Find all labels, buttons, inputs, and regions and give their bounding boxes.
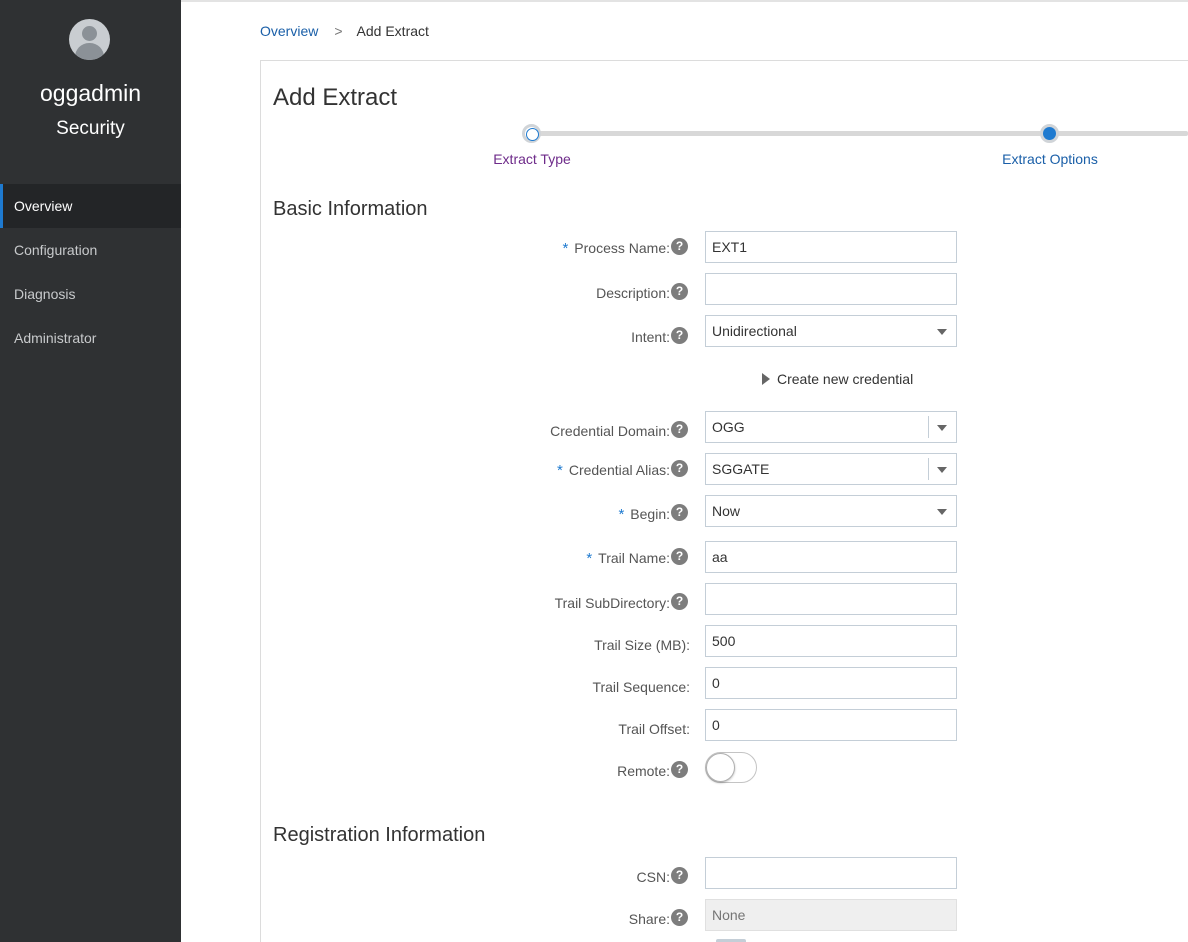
required-indicator: *	[618, 506, 625, 523]
process-name-input[interactable]	[705, 231, 957, 263]
page-title: Add Extract	[273, 84, 398, 111]
begin-select[interactable]: Now	[705, 495, 957, 527]
sidebar-item-diagnosis[interactable]: Diagnosis	[0, 272, 181, 316]
user-avatar-icon[interactable]	[69, 19, 110, 60]
chevron-down-icon[interactable]	[937, 425, 947, 431]
train-step-extract-type-label[interactable]: Extract Type	[482, 151, 582, 167]
description-help-icon[interactable]: ?	[671, 283, 688, 300]
credential-alias-label: * Credential Alias:	[556, 462, 670, 479]
sidebar: oggadmin Security Overview Configuration…	[0, 0, 181, 942]
chevron-down-icon[interactable]	[937, 329, 947, 335]
breadcrumb: Overview > Add Extract	[260, 23, 429, 39]
train-step-extract-type-icon[interactable]	[522, 124, 541, 143]
share-help-icon[interactable]: ?	[671, 909, 688, 926]
create-new-credential-toggle[interactable]: Create new credential	[762, 371, 913, 387]
registration-information-title: Registration Information	[273, 824, 486, 846]
sidebar-item-administrator[interactable]: Administrator	[0, 316, 181, 360]
combobox-divider	[928, 458, 929, 480]
process-name-help-icon[interactable]: ?	[671, 238, 688, 255]
process-name-label: * Process Name:	[562, 240, 670, 257]
trail-offset-input[interactable]	[705, 709, 957, 741]
intent-help-icon[interactable]: ?	[671, 327, 688, 344]
trail-subdirectory-label: Trail SubDirectory:	[554, 595, 670, 611]
csn-help-icon[interactable]: ?	[671, 867, 688, 884]
top-border	[181, 0, 1188, 2]
share-input	[705, 899, 957, 931]
credential-domain-combobox[interactable]: OGG	[705, 411, 957, 443]
trail-name-label: * Trail Name:	[586, 550, 670, 567]
csn-input[interactable]	[705, 857, 957, 889]
credential-alias-help-icon[interactable]: ?	[671, 460, 688, 477]
username: oggadmin	[39, 80, 142, 106]
begin-label: * Begin:	[618, 506, 670, 523]
chevron-down-icon[interactable]	[937, 467, 947, 473]
trail-subdirectory-help-icon[interactable]: ?	[671, 593, 688, 610]
trail-name-help-icon[interactable]: ?	[671, 548, 688, 565]
trail-size-input[interactable]	[705, 625, 957, 657]
breadcrumb-overview-link[interactable]: Overview	[260, 23, 318, 39]
trail-offset-label: Trail Offset:	[618, 721, 690, 737]
credential-alias-value: SGGATE	[712, 461, 770, 477]
switch-knob	[706, 753, 735, 782]
sidebar-item-overview[interactable]: Overview	[0, 184, 181, 228]
train-step-extract-options-icon[interactable]	[1040, 124, 1059, 143]
credential-domain-value: OGG	[712, 419, 745, 435]
description-label: Description:	[596, 285, 670, 301]
train-track	[531, 131, 1188, 136]
basic-information-title: Basic Information	[273, 198, 428, 220]
sidebar-item-configuration[interactable]: Configuration	[0, 228, 181, 272]
deployment-name: Security	[56, 118, 125, 139]
begin-help-icon[interactable]: ?	[671, 504, 688, 521]
chevron-down-icon[interactable]	[937, 509, 947, 515]
train-step-extract-options-label[interactable]: Extract Options	[990, 151, 1110, 167]
required-indicator: *	[586, 550, 593, 567]
trail-size-label: Trail Size (MB):	[594, 637, 690, 653]
required-indicator: *	[556, 462, 563, 479]
combobox-divider	[928, 416, 929, 438]
intent-label: Intent:	[631, 329, 670, 345]
trail-name-input[interactable]	[705, 541, 957, 573]
credential-alias-combobox[interactable]: SGGATE	[705, 453, 957, 485]
description-input[interactable]	[705, 273, 957, 305]
remote-toggle-switch[interactable]	[705, 752, 757, 783]
share-label: Share:	[628, 911, 670, 927]
remote-help-icon[interactable]: ?	[671, 761, 688, 778]
trail-sequence-label: Trail Sequence:	[592, 679, 690, 695]
credential-domain-help-icon[interactable]: ?	[671, 421, 688, 438]
trail-sequence-input[interactable]	[705, 667, 957, 699]
csn-label: CSN:	[636, 869, 670, 885]
breadcrumb-separator: >	[334, 23, 343, 39]
intent-selected-value: Unidirectional	[712, 323, 797, 339]
intent-select[interactable]: Unidirectional	[705, 315, 957, 347]
disclosure-triangle-icon	[762, 373, 770, 385]
trail-subdirectory-input[interactable]	[705, 583, 957, 615]
sidebar-nav: Overview Configuration Diagnosis Adminis…	[0, 184, 181, 360]
remote-label: Remote:	[617, 763, 670, 779]
required-indicator: *	[562, 240, 569, 257]
breadcrumb-current: Add Extract	[356, 23, 429, 39]
begin-selected-value: Now	[712, 503, 741, 519]
credential-domain-label: Credential Domain:	[550, 423, 670, 439]
